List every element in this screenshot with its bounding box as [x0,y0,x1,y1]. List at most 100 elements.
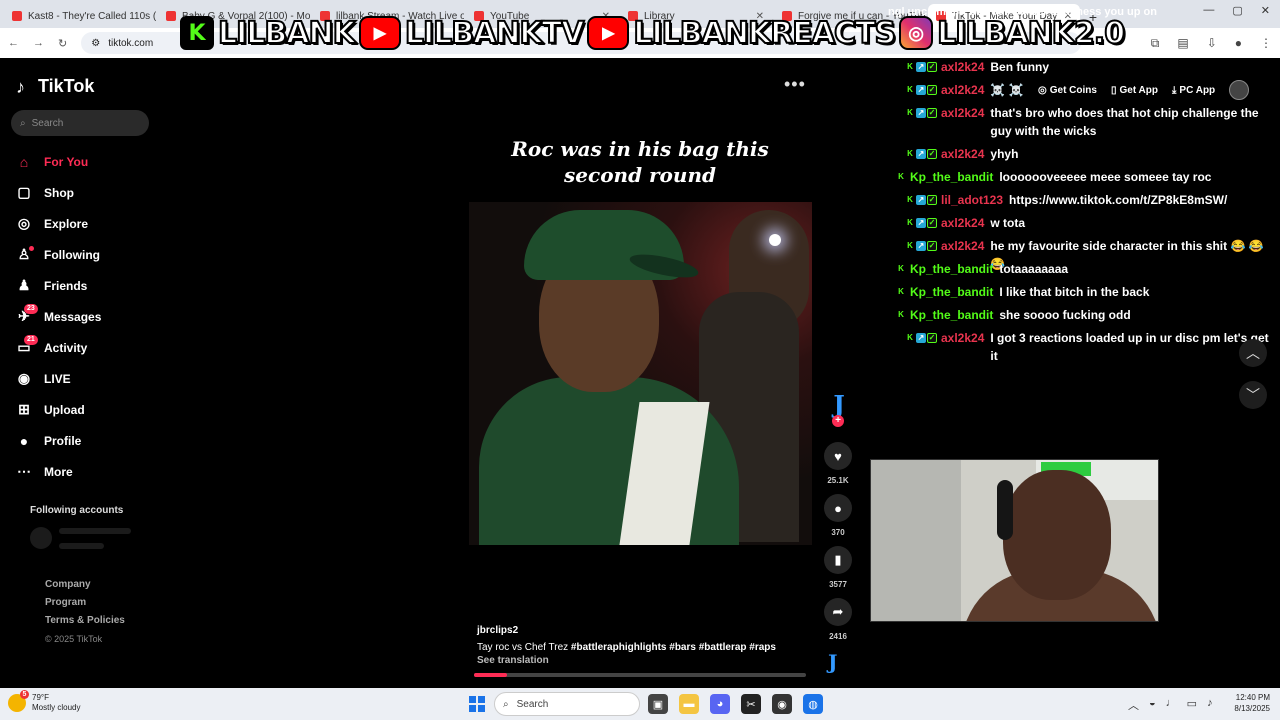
banner-youtube-name: LILBANKTV [404,15,586,52]
reload-icon[interactable]: ↻ [58,37,67,50]
browser-tab[interactable]: Kast8 - They're Called 110s (M✕ [4,4,156,28]
comment-icon[interactable]: ● [824,494,852,522]
chat-message-text: Ben funny [990,60,1050,74]
chat-message-text: I got 3 reactions loaded up in ur disc p… [990,331,1269,363]
chrome-icon[interactable]: ◍ [803,694,823,714]
chat-username: lil_adot123 [941,193,1004,207]
screen: Kast8 - They're Called 110s (M✕Baby G & … [0,0,1280,720]
chat-username: Kp_the_bandit [910,308,994,322]
sidebar-item-more[interactable]: ⋯ More [0,456,170,487]
windows-start-icon[interactable] [469,696,485,712]
split-view-icon[interactable]: ▤ [1177,36,1188,51]
banner-instagram-name: LILBANK2.0 [936,15,1126,52]
comment-action[interactable]: ● 370 [824,494,852,537]
share-action[interactable]: ➦ 2416 [824,598,852,641]
loading-avatar-placeholder [30,527,52,549]
see-translation-link[interactable]: See translation [477,655,549,666]
share-count: 2416 [829,632,847,641]
video-author[interactable]: jbrclips2 [477,625,518,636]
sidebar-item-following[interactable]: ♙ Following [0,239,170,270]
taskbar-search[interactable]: ⌕ Search [494,692,640,716]
sidebar-item-shop[interactable]: ▢ Shop [0,177,170,208]
task-view-icon[interactable]: ▣ [648,694,668,714]
browser-toolbar-right: ⧉ ▤ ⇩ ● ⋮ [1151,36,1272,51]
weather-temp: 79°F [32,693,49,702]
loading-name-placeholder [59,528,131,534]
sidebar-item-upload[interactable]: ⊞ Upload [0,394,170,425]
footer-link-company[interactable]: Company [45,576,125,594]
live-icon: ◉ [17,370,31,386]
chat-badges: K [896,168,906,186]
close-window-icon[interactable]: ✕ [1261,4,1270,17]
chat-badges: K ↗ ✓ [905,237,937,255]
site-info-icon[interactable]: ⚙ [91,38,100,49]
subscriber-badge-icon: ↗ [916,108,926,118]
search-placeholder: Search [31,117,64,129]
heart-icon[interactable]: ♥ [824,442,852,470]
capcut-icon[interactable]: ✂ [741,694,761,714]
previous-video-button[interactable]: ︿ [1239,339,1267,367]
sidebar-item-profile[interactable]: ● Profile [0,425,170,456]
sidebar-item-for-you[interactable]: ⌂ For You [0,146,170,177]
next-video-button[interactable]: ﹀ [1239,381,1267,409]
like-action[interactable]: ♥ 25.1K [824,442,852,485]
sidebar-item-messages[interactable]: ✈ Messages 23 [0,301,170,332]
save-action[interactable]: ▮ 3577 [824,546,852,589]
browser-menu-icon[interactable]: ⋮ [1260,36,1272,51]
kick-badge-icon: K [905,195,915,205]
taskbar-search-label: Search [516,698,549,710]
back-icon[interactable]: ← [8,37,19,49]
volume-icon[interactable]: ♪ [1207,697,1213,713]
sidebar-item-label: Profile [44,433,82,448]
tiktok-logo[interactable]: ♪ TikTok [16,76,94,97]
weather-widget[interactable]: 5 79°F Mostly cloudy [8,690,80,713]
mic-icon[interactable]: ♩ [1166,697,1177,713]
more-icon: ⋯ [17,463,31,479]
downloads-icon[interactable]: ⇩ [1207,36,1217,51]
sidebar-item-friends[interactable]: ♟ Friends [0,270,170,301]
forward-icon[interactable]: → [33,37,44,49]
file-explorer-icon[interactable]: ▬ [679,694,699,714]
chat-badges: K [896,306,906,324]
monitor-icon[interactable]: ▭ [1187,697,1197,713]
tab-favicon-icon [12,11,22,21]
video-caption-overlay: Roc was in his bag this second round [470,136,810,188]
bookmark-icon[interactable]: ▮ [824,546,852,574]
minimize-icon[interactable]: — [1203,4,1214,17]
share-icon[interactable]: ➦ [824,598,852,626]
account-icon[interactable]: ● [1235,36,1242,51]
network-icon[interactable]: ◒ [1149,697,1156,713]
subscriber-badge-icon: ↗ [916,195,926,205]
follow-plus-icon[interactable]: + [832,415,844,427]
obs-icon[interactable]: ◉ [772,694,792,714]
video-progress-bar[interactable] [474,673,806,677]
chat-username: Kp_the_bandit [910,262,994,276]
taskbar-clock[interactable]: 12:40 PM 8/13/2025 [1222,692,1270,714]
description-text: Tay roc vs Chef Trez [477,642,569,653]
tray-overflow-icon[interactable]: ︿ [1128,697,1139,713]
kick-badge-icon: K [905,241,915,251]
footer-link-program[interactable]: Program [45,594,125,612]
sidebar-item-explore[interactable]: ◎ Explore [0,208,170,239]
weather-text: 79°F Mostly cloudy [32,693,80,713]
music-disc-icon[interactable]: J [828,650,837,674]
extensions-icon[interactable]: ⧉ [1151,36,1160,51]
chat-message-text: she soooo fucking odd [999,308,1131,322]
sidebar-item-label: Following [44,247,100,262]
discord-icon[interactable]: ◕ [710,694,730,714]
sidebar-item-live[interactable]: ◉ LIVE [0,363,170,394]
system-tray: ︿ ◒ ♩ ▭ ♪ [1128,697,1213,713]
footer-link-terms[interactable]: Terms & Policies [45,612,125,630]
search-input[interactable]: ⌕ Search [11,110,149,136]
chat-username: axl2k24 [941,239,985,253]
chat-badges: K [896,260,906,278]
hashtags[interactable]: #battleraphighlights #bars #battlerap #r… [571,642,776,653]
chat-message: K Kp_the_bandit looooooveeeee meee someee … [896,168,1270,186]
chat-message: K ↗ ✓ axl2k24 Ben funny [905,58,1270,76]
sidebar-item-activity[interactable]: ▭ Activity 21 [0,332,170,363]
video-more-options-icon[interactable]: ••• [784,74,806,95]
video-player[interactable] [469,202,812,545]
gift-badge-icon: ✓ [927,108,937,118]
video-progress-fill [474,673,508,677]
maximize-icon[interactable]: ▢ [1232,4,1242,17]
